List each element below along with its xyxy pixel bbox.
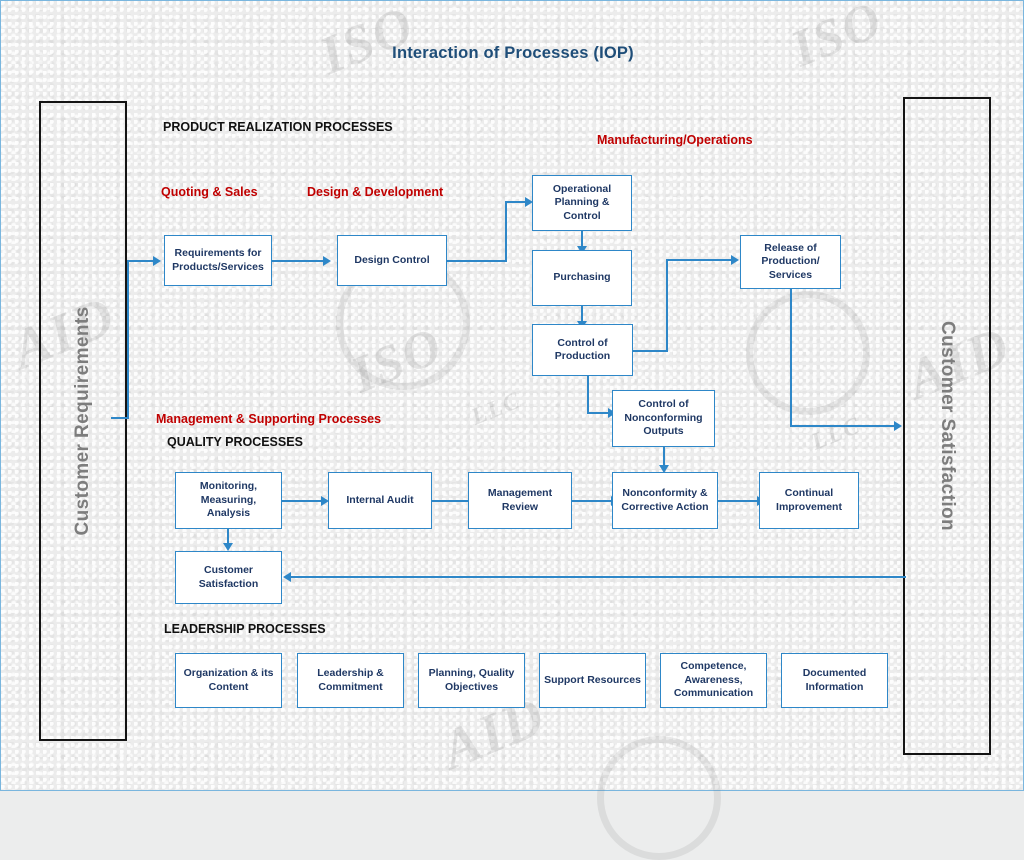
connector-feedback-to-cust-sat (291, 576, 906, 578)
box-continual-improvement[interactable]: Continual Improvement (759, 472, 859, 529)
arrow-into-design-control (323, 256, 331, 266)
box-internal-audit[interactable]: Internal Audit (328, 472, 432, 529)
box-nonconformity[interactable]: Nonconformity & Corrective Action (612, 472, 718, 529)
arrow-into-customer-satisfaction-box (223, 543, 233, 551)
arrow-into-release-production (731, 255, 739, 265)
box-customer-satisfaction[interactable]: Customer Satisfaction (175, 551, 282, 604)
customer-satisfaction-label: Customer Satisfaction (937, 320, 958, 532)
box-monitoring[interactable]: Monitoring, Measuring, Analysis (175, 472, 282, 529)
watermark-ring-2 (746, 291, 870, 415)
box-management-review[interactable]: Management Review (468, 472, 572, 529)
connector-panel-to-requirements-v (127, 260, 129, 418)
heading-quoting-sales: Quoting & Sales (161, 185, 258, 199)
connector-review-to-nonconformity (572, 500, 612, 502)
page-title: Interaction of Processes (IOP) (392, 44, 634, 62)
heading-leadership-processes: LEADERSHIP PROCESSES (164, 622, 326, 636)
connector-release-to-panel-v (790, 289, 792, 426)
arrow-into-customer-satisfaction-feedback (283, 572, 291, 582)
customer-requirements-label: Customer Requirements (72, 306, 93, 536)
box-planning-quality[interactable]: Planning, Quality Objectives (418, 653, 525, 708)
connector-design-to-oppc-h1 (447, 260, 507, 262)
connector-cop-to-release-h1 (633, 350, 668, 352)
arrow-into-requirements (153, 256, 161, 266)
heading-quality-processes: QUALITY PROCESSES (167, 435, 303, 449)
box-leadership-commitment[interactable]: Leadership & Commitment (297, 653, 404, 708)
heading-manufacturing-operations: Manufacturing/Operations (597, 133, 753, 147)
customer-satisfaction-panel: Customer Satisfaction (903, 97, 991, 755)
connector-requirements-to-design (272, 260, 324, 262)
box-release-production[interactable]: Release of Production/ Services (740, 235, 841, 289)
connector-monitoring-to-audit (282, 500, 322, 502)
box-documented-information[interactable]: Documented Information (781, 653, 888, 708)
watermark-llc-2: LLC (807, 412, 866, 456)
connector-release-to-panel-h (790, 425, 896, 427)
box-requirements[interactable]: Requirements for Products/Services (164, 235, 272, 286)
watermark-ring-3 (597, 736, 721, 860)
connector-cop-to-release-h2 (666, 259, 734, 261)
watermark-iso-3: ISO (343, 316, 452, 405)
watermark-llc-1: LLC (467, 387, 526, 431)
heading-management-supporting: Management & Supporting Processes (156, 412, 382, 426)
watermark-iso-2: ISO (783, 0, 892, 79)
connector-cop-to-nonconforming-v (587, 376, 589, 413)
connector-cop-to-release-v (666, 259, 668, 351)
box-control-production[interactable]: Control of Production (532, 324, 633, 376)
diagram-canvas: ISO ISO ISO AID AID AID LLC LLC Interact… (0, 0, 1024, 860)
connector-nonconformity-to-improvement (718, 500, 758, 502)
arrow-into-customer-satisfaction-panel (894, 421, 902, 431)
box-design-control[interactable]: Design Control (337, 235, 447, 286)
box-control-nonconforming[interactable]: Control of Nonconforming Outputs (612, 390, 715, 447)
heading-design-development: Design & Development (307, 185, 444, 199)
box-operational-planning[interactable]: Operational Planning & Control (532, 175, 632, 231)
connector-audit-to-review (432, 500, 472, 502)
connector-panel-to-requirements-h2 (127, 260, 155, 262)
box-organization[interactable]: Organization & its Content (175, 653, 282, 708)
heading-product-realization: PRODUCT REALIZATION PROCESSES (163, 120, 393, 134)
connector-design-to-oppc-v (505, 201, 507, 261)
box-purchasing[interactable]: Purchasing (532, 250, 632, 306)
box-support-resources[interactable]: Support Resources (539, 653, 646, 708)
box-competence[interactable]: Competence, Awareness, Communication (660, 653, 767, 708)
customer-requirements-panel: Customer Requirements (39, 101, 127, 741)
